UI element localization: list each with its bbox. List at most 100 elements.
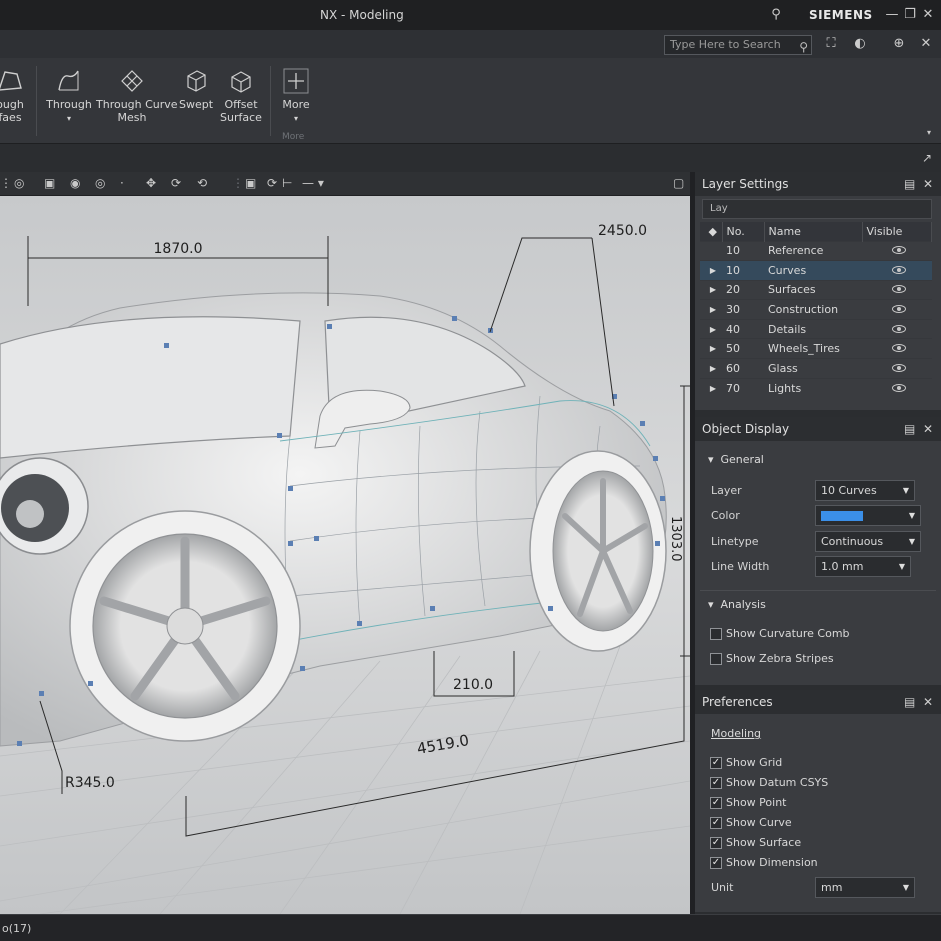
- column-no[interactable]: No.: [722, 222, 765, 241]
- display-style-icon[interactable]: — ▾: [302, 176, 324, 190]
- menu-icon[interactable]: ⋮: [0, 176, 12, 190]
- more-button[interactable]: More ▾: [280, 68, 312, 125]
- close-tab-icon[interactable]: ✕: [917, 35, 935, 53]
- layer-row[interactable]: ▶ 60 Glass: [700, 358, 932, 379]
- dimension-height-top[interactable]: 2450.0: [598, 223, 647, 239]
- zebra-stripes-checkbox[interactable]: [710, 653, 722, 665]
- panel-close-icon[interactable]: ✕: [923, 690, 933, 714]
- layer-number: 40: [722, 318, 764, 339]
- preference-checkbox[interactable]: ✓: [710, 797, 722, 809]
- expand-arrow-icon[interactable]: [700, 240, 722, 261]
- pan-icon[interactable]: ✥: [146, 176, 156, 190]
- cycle-icon[interactable]: ⟳: [267, 176, 277, 190]
- dimension-radius[interactable]: R345.0: [65, 775, 115, 791]
- through-curve-mesh-button[interactable]: Through Curve Mesh: [96, 68, 178, 124]
- view-fit-icon[interactable]: ▣: [245, 176, 256, 190]
- visibility-eye-icon[interactable]: [891, 324, 906, 333]
- column-visible[interactable]: Visible: [862, 222, 932, 241]
- panel-float-icon[interactable]: ▤: [904, 417, 915, 441]
- preference-checkbox[interactable]: ✓: [710, 837, 722, 849]
- unit-value: mm: [821, 881, 843, 894]
- layer-row[interactable]: ▶ 30 Construction: [700, 299, 932, 320]
- graphics-viewport[interactable]: 1870.0 2450.0 1303.0 210.0 4519.0 R345.0: [0, 196, 690, 914]
- preference-checkbox[interactable]: ✓: [710, 857, 722, 869]
- dimension-vertical[interactable]: 1303.0: [668, 516, 683, 562]
- sort-icon[interactable]: ◆: [700, 222, 723, 241]
- close-icon[interactable]: ✕: [919, 6, 937, 24]
- curvature-comb-checkbox[interactable]: [710, 628, 722, 640]
- refresh-icon[interactable]: ⟲: [197, 176, 207, 190]
- swept-button[interactable]: Swept: [176, 68, 216, 111]
- panel-float-icon[interactable]: ▤: [904, 690, 915, 714]
- linewidth-select[interactable]: 1.0 mm ▼: [815, 556, 911, 577]
- point-icon[interactable]: ⋅: [120, 176, 124, 190]
- expand-arrow-icon[interactable]: ▶: [700, 338, 722, 359]
- fullscreen-icon[interactable]: ⛶: [822, 35, 840, 53]
- expand-arrow-icon[interactable]: ▶: [700, 260, 722, 281]
- plus-icon[interactable]: ⊕: [890, 35, 908, 53]
- analysis-section-toggle[interactable]: ▾ Analysis: [708, 598, 766, 611]
- zoom-fit-icon[interactable]: ▣: [44, 176, 55, 190]
- expand-arrow-icon[interactable]: ▶: [700, 318, 722, 339]
- through-button[interactable]: Through ▾: [46, 68, 92, 125]
- layer-row[interactable]: ▶ 50 Wheels_Tires: [700, 338, 932, 359]
- color-select[interactable]: ▼: [815, 505, 921, 526]
- panel-close-icon[interactable]: ✕: [923, 417, 933, 441]
- snap-icon[interactable]: ◎: [95, 176, 105, 190]
- preferences-title: Preferences: [702, 695, 773, 709]
- minimize-icon[interactable]: —: [883, 6, 901, 24]
- export-icon[interactable]: ↗: [918, 149, 936, 167]
- panel-close-icon[interactable]: ✕: [923, 172, 933, 196]
- layer-row[interactable]: ▶ 10 Curves: [700, 260, 932, 281]
- layer-row[interactable]: ▶ 20 Surfaces: [700, 279, 932, 300]
- status-text: o(17): [2, 922, 32, 935]
- preference-checkbox[interactable]: ✓: [710, 777, 722, 789]
- orbit-icon[interactable]: ◉: [70, 176, 80, 190]
- panel-float-icon[interactable]: ▤: [904, 172, 915, 196]
- expand-arrow-icon[interactable]: ▶: [700, 358, 722, 379]
- viewport-toolbar: ⋮ ◎ ▣ ◉ ◎ ⋅ ✥ ⟳ ⟲ ⋮ ▣ ⟳ ⊢ — ▾ ▢: [0, 172, 690, 196]
- offset-surface-button[interactable]: Offset Surface: [220, 68, 262, 124]
- expand-arrow-icon[interactable]: ▶: [700, 377, 722, 398]
- layer-row[interactable]: ▶ 40 Details: [700, 318, 932, 339]
- help-icon[interactable]: ◐: [851, 35, 869, 53]
- visibility-eye-icon[interactable]: [891, 246, 906, 255]
- linetype-select[interactable]: Continuous ▼: [815, 531, 921, 552]
- layer-filter-input[interactable]: Lay: [702, 199, 932, 219]
- offset-surface-label: Offset Surface: [220, 98, 262, 124]
- search-icon[interactable]: ⚲: [767, 6, 785, 24]
- layer-select[interactable]: 10 Curves ▼: [815, 480, 915, 501]
- layer-visible-cell: [862, 279, 932, 300]
- line-icon[interactable]: ⊢: [282, 176, 292, 190]
- expand-arrow-icon[interactable]: ▶: [700, 279, 722, 300]
- layer-row[interactable]: 10 Reference: [700, 240, 932, 261]
- expand-arrow-icon[interactable]: ▶: [700, 299, 722, 320]
- rear-wheel: [529, 450, 667, 652]
- rotate-icon[interactable]: ⟳: [171, 176, 181, 190]
- visibility-eye-icon[interactable]: [891, 285, 906, 294]
- unit-select[interactable]: mm ▼: [815, 877, 915, 898]
- visibility-eye-icon[interactable]: [891, 383, 906, 392]
- through-surfaces-button[interactable]: ough faes: [0, 68, 26, 124]
- car-model-view[interactable]: 1870.0 2450.0 1303.0 210.0 4519.0 R345.0: [0, 196, 690, 914]
- target-icon[interactable]: ◎: [14, 176, 24, 190]
- dimension-width[interactable]: 1870.0: [154, 241, 203, 257]
- ribbon-expand-icon[interactable]: ▾: [920, 124, 938, 142]
- restore-icon[interactable]: ❐: [901, 6, 919, 24]
- visibility-eye-icon[interactable]: [891, 344, 906, 353]
- preference-checkbox[interactable]: ✓: [710, 757, 722, 769]
- column-name[interactable]: Name: [764, 222, 863, 241]
- visibility-eye-icon[interactable]: [891, 305, 906, 314]
- layer-settings-title: Layer Settings: [702, 177, 789, 191]
- curvature-comb-label: Show Curvature Comb: [726, 627, 850, 640]
- maximize-viewport-icon[interactable]: ▢: [673, 176, 684, 190]
- general-section-toggle[interactable]: ▾ General: [708, 453, 764, 466]
- search-input[interactable]: Type Here to Search ⚲: [664, 35, 812, 55]
- layer-name: Construction: [764, 299, 862, 320]
- visibility-eye-icon[interactable]: [891, 265, 906, 274]
- visibility-eye-icon[interactable]: [891, 363, 906, 372]
- preference-checkbox[interactable]: ✓: [710, 817, 722, 829]
- layer-row[interactable]: ▶ 70 Lights: [700, 377, 932, 398]
- magnifier-icon[interactable]: ⚲: [799, 38, 808, 56]
- dimension-ground[interactable]: 210.0: [453, 677, 493, 693]
